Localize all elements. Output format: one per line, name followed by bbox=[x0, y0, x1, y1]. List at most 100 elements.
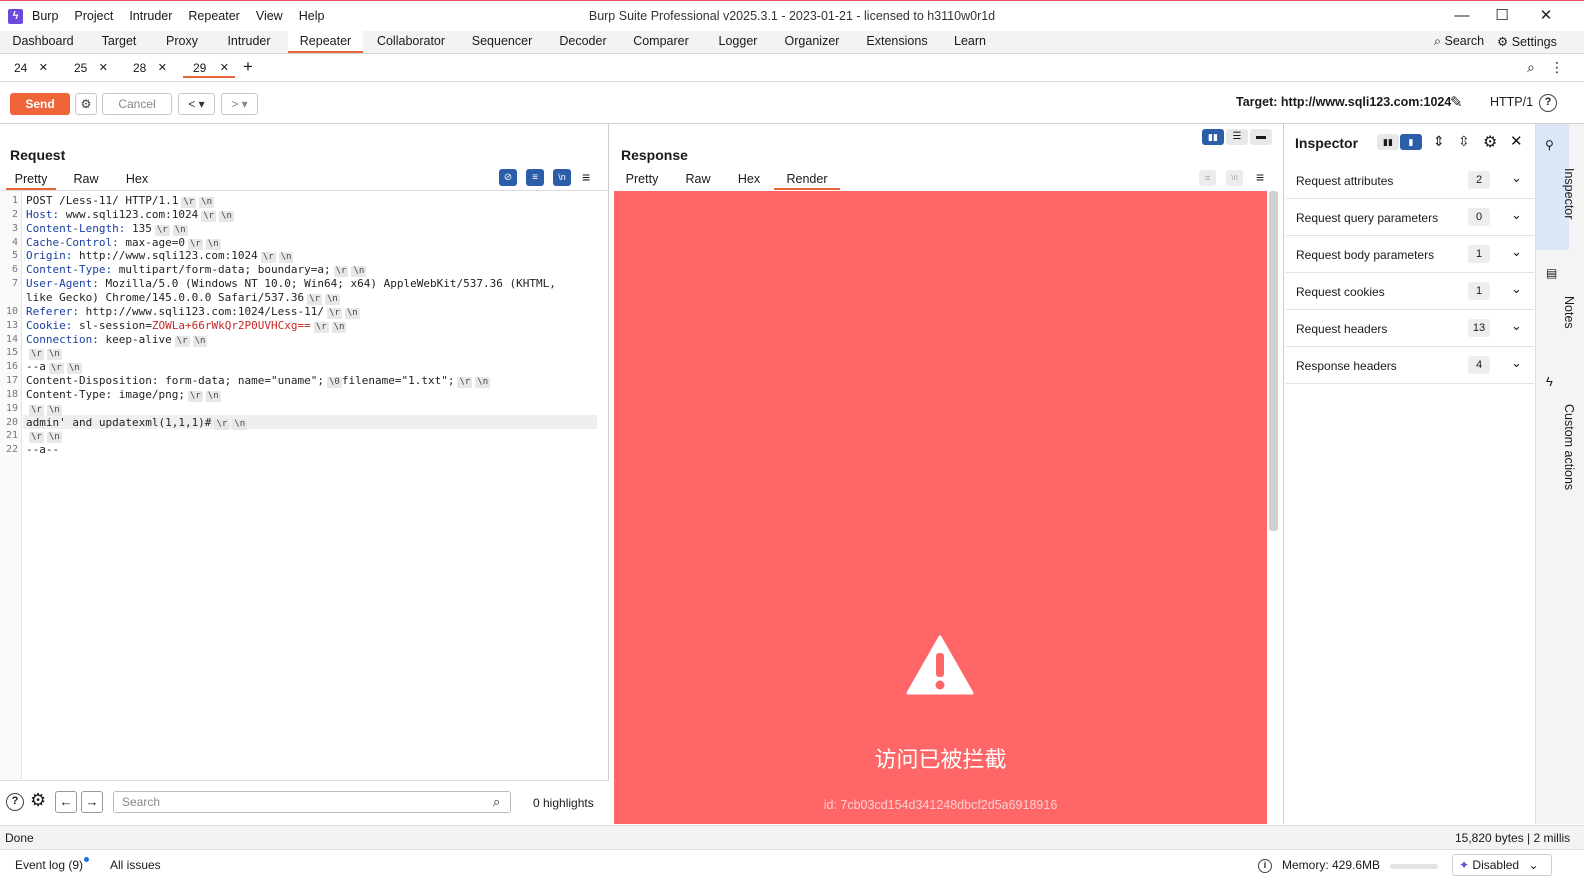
cancel-button[interactable]: Cancel bbox=[102, 93, 172, 115]
inspector-layout-active-icon[interactable]: ▮ bbox=[1400, 134, 1422, 150]
response-tab-render[interactable]: Render bbox=[774, 170, 840, 190]
notes-icon[interactable]: ▤ bbox=[1546, 266, 1557, 280]
more-options-icon[interactable]: ⋮ bbox=[1550, 59, 1564, 76]
history-forward-button[interactable]: > ▾ bbox=[221, 93, 258, 115]
edit-target-pencil-icon[interactable]: ✎ bbox=[1450, 93, 1463, 111]
request-search-input[interactable]: Search bbox=[113, 791, 511, 813]
tab-proxy[interactable]: Proxy bbox=[158, 31, 206, 53]
menu-help[interactable]: Help bbox=[299, 9, 325, 23]
line-number: 14 bbox=[5, 333, 18, 345]
editor-menu-icon[interactable]: ≡ bbox=[1256, 169, 1264, 185]
request-tab-pretty[interactable]: Pretty bbox=[6, 170, 56, 190]
tab-learn[interactable]: Learn bbox=[950, 31, 990, 53]
history-back-button[interactable]: < ▾ bbox=[178, 93, 215, 115]
line-number: 2 bbox=[11, 208, 18, 220]
editor-menu-icon[interactable]: ≡ bbox=[582, 169, 590, 185]
custom-actions-icon[interactable]: ϟ bbox=[1546, 374, 1553, 389]
show-newlines-icon[interactable]: \n bbox=[1226, 170, 1243, 186]
repeater-tab[interactable]: 24 ✕ bbox=[4, 58, 54, 78]
add-tab-icon[interactable]: + bbox=[243, 57, 253, 77]
request-tab-hex[interactable]: Hex bbox=[118, 170, 156, 190]
global-search-button[interactable]: ⌕ Search bbox=[1434, 34, 1484, 49]
menu-view[interactable]: View bbox=[256, 9, 283, 23]
request-editor[interactable]: 1 2 3 4 5 6 7 10 13 14 15 16 17 18 19 20 21 22 POST /Less… bbox=[0, 190, 609, 779]
previous-match-arrow-icon[interactable]: ← bbox=[55, 791, 77, 813]
response-tab-pretty[interactable]: Pretty bbox=[618, 170, 666, 190]
crlf-marker: \n bbox=[199, 197, 215, 208]
search-icon: ⌕ bbox=[493, 794, 501, 809]
send-button[interactable]: Send bbox=[10, 93, 70, 115]
gear-icon: ⚙ bbox=[1497, 35, 1509, 49]
request-line: admin' and updatexml(1,1,1)# \r \n bbox=[26, 416, 248, 430]
tab-decoder[interactable]: Decoder bbox=[552, 31, 614, 53]
send-settings-gear-icon[interactable]: ⚙ bbox=[75, 93, 97, 115]
close-tab-icon[interactable]: ✕ bbox=[220, 58, 229, 78]
all-issues-button[interactable]: All issues bbox=[110, 858, 161, 872]
layout-side-by-side-icon[interactable]: ▮▮ bbox=[1202, 129, 1224, 145]
menu-project[interactable]: Project bbox=[74, 9, 113, 23]
repeater-tab[interactable]: 28 ✕ bbox=[123, 58, 173, 78]
layout-single-icon[interactable]: ▬ bbox=[1250, 129, 1272, 145]
search-icon[interactable]: ⌕ bbox=[1527, 59, 1535, 76]
hide-nonprintable-icon[interactable]: ⊘ bbox=[499, 169, 517, 186]
close-inspector-icon[interactable]: ✕ bbox=[1510, 132, 1523, 150]
menu-repeater[interactable]: Repeater bbox=[188, 9, 239, 23]
tab-logger[interactable]: Logger bbox=[712, 31, 764, 53]
tab-sequencer[interactable]: Sequencer bbox=[467, 31, 537, 53]
chevron-down-icon: ⌄ bbox=[1511, 244, 1522, 259]
collapse-all-icon[interactable]: ⇳ bbox=[1458, 133, 1470, 150]
tab-dashboard[interactable]: Dashboard bbox=[6, 31, 80, 53]
inspector-icon[interactable]: ⚲ bbox=[1545, 138, 1554, 152]
tab-intruder[interactable]: Intruder bbox=[218, 31, 280, 53]
next-match-arrow-icon[interactable]: → bbox=[81, 791, 103, 813]
repeater-tab-active[interactable]: 29 ✕ bbox=[183, 58, 235, 78]
show-newlines-icon[interactable]: \n bbox=[553, 169, 571, 186]
repeater-tab[interactable]: 25 ✕ bbox=[64, 58, 114, 78]
close-window-icon[interactable]: ✕ bbox=[1532, 5, 1560, 27]
help-icon[interactable]: ? bbox=[1539, 94, 1557, 112]
maximize-icon[interactable]: ☐ bbox=[1488, 5, 1516, 27]
response-tab-raw[interactable]: Raw bbox=[680, 170, 716, 190]
response-scrollbar[interactable] bbox=[1269, 191, 1278, 531]
menu-intruder[interactable]: Intruder bbox=[129, 9, 172, 23]
tab-comparer[interactable]: Comparer bbox=[628, 31, 694, 53]
close-tab-icon[interactable]: ✕ bbox=[158, 58, 167, 78]
inspector-row-body-parameters[interactable]: Request body parameters 1 ⌄ bbox=[1286, 236, 1534, 273]
inspector-row-query-parameters[interactable]: Request query parameters 0 ⌄ bbox=[1286, 199, 1534, 236]
inspector-row-request-attributes[interactable]: Request attributes 2 ⌄ bbox=[1286, 162, 1534, 199]
layout-stacked-icon[interactable]: ☰ bbox=[1226, 129, 1248, 145]
settings-button[interactable]: ⚙ Settings bbox=[1497, 34, 1557, 49]
search-icon: ⌕ bbox=[1434, 34, 1442, 48]
help-icon[interactable]: ? bbox=[6, 793, 24, 811]
search-settings-gear-icon[interactable]: ⚙ bbox=[30, 790, 46, 811]
inspector-layout-icon[interactable]: ▮▮ bbox=[1377, 134, 1399, 150]
ai-toggle-dropdown[interactable]: ✦ Disabled ⌄ bbox=[1452, 854, 1552, 876]
tab-repeater[interactable]: Repeater bbox=[288, 31, 363, 53]
tab-extensions[interactable]: Extensions bbox=[860, 31, 934, 53]
tab-organizer[interactable]: Organizer bbox=[780, 31, 844, 53]
wrap-lines-icon[interactable]: ≡ bbox=[1199, 170, 1216, 186]
response-tab-hex[interactable]: Hex bbox=[732, 170, 766, 190]
rail-custom-actions[interactable]: Custom actions bbox=[1543, 404, 1576, 490]
rail-notes[interactable]: Notes bbox=[1543, 296, 1576, 329]
close-tab-icon[interactable]: ✕ bbox=[99, 58, 108, 78]
inspector-row-response-headers[interactable]: Response headers 4 ⌄ bbox=[1286, 347, 1534, 384]
inspector-settings-gear-icon[interactable]: ⚙ bbox=[1483, 132, 1497, 152]
protocol-selector[interactable]: HTTP/1 bbox=[1490, 95, 1533, 109]
inspector-row-request-headers[interactable]: Request headers 13 ⌄ bbox=[1286, 310, 1534, 347]
wrap-lines-icon[interactable]: ≡ bbox=[526, 169, 544, 186]
event-log-button[interactable]: Event log (9) bbox=[15, 858, 83, 872]
minimize-icon[interactable]: — bbox=[1448, 5, 1476, 27]
expand-all-icon[interactable]: ⇕ bbox=[1433, 133, 1445, 150]
line-number: 22 bbox=[5, 444, 18, 456]
menu-burp[interactable]: Burp bbox=[32, 9, 58, 23]
inspector-row-cookies[interactable]: Request cookies 1 ⌄ bbox=[1286, 273, 1534, 310]
request-tab-raw[interactable]: Raw bbox=[66, 170, 106, 190]
rail-inspector[interactable]: Inspector bbox=[1543, 168, 1576, 219]
info-icon[interactable]: i bbox=[1258, 859, 1272, 873]
tab-target[interactable]: Target bbox=[92, 31, 146, 53]
close-tab-icon[interactable]: ✕ bbox=[39, 58, 48, 78]
chevron-down-icon: ⌄ bbox=[1528, 858, 1539, 872]
side-rail: ⚲ Inspector ▤ Notes ϟ Custom actions bbox=[1535, 124, 1584, 824]
tab-collaborator[interactable]: Collaborator bbox=[370, 31, 452, 53]
